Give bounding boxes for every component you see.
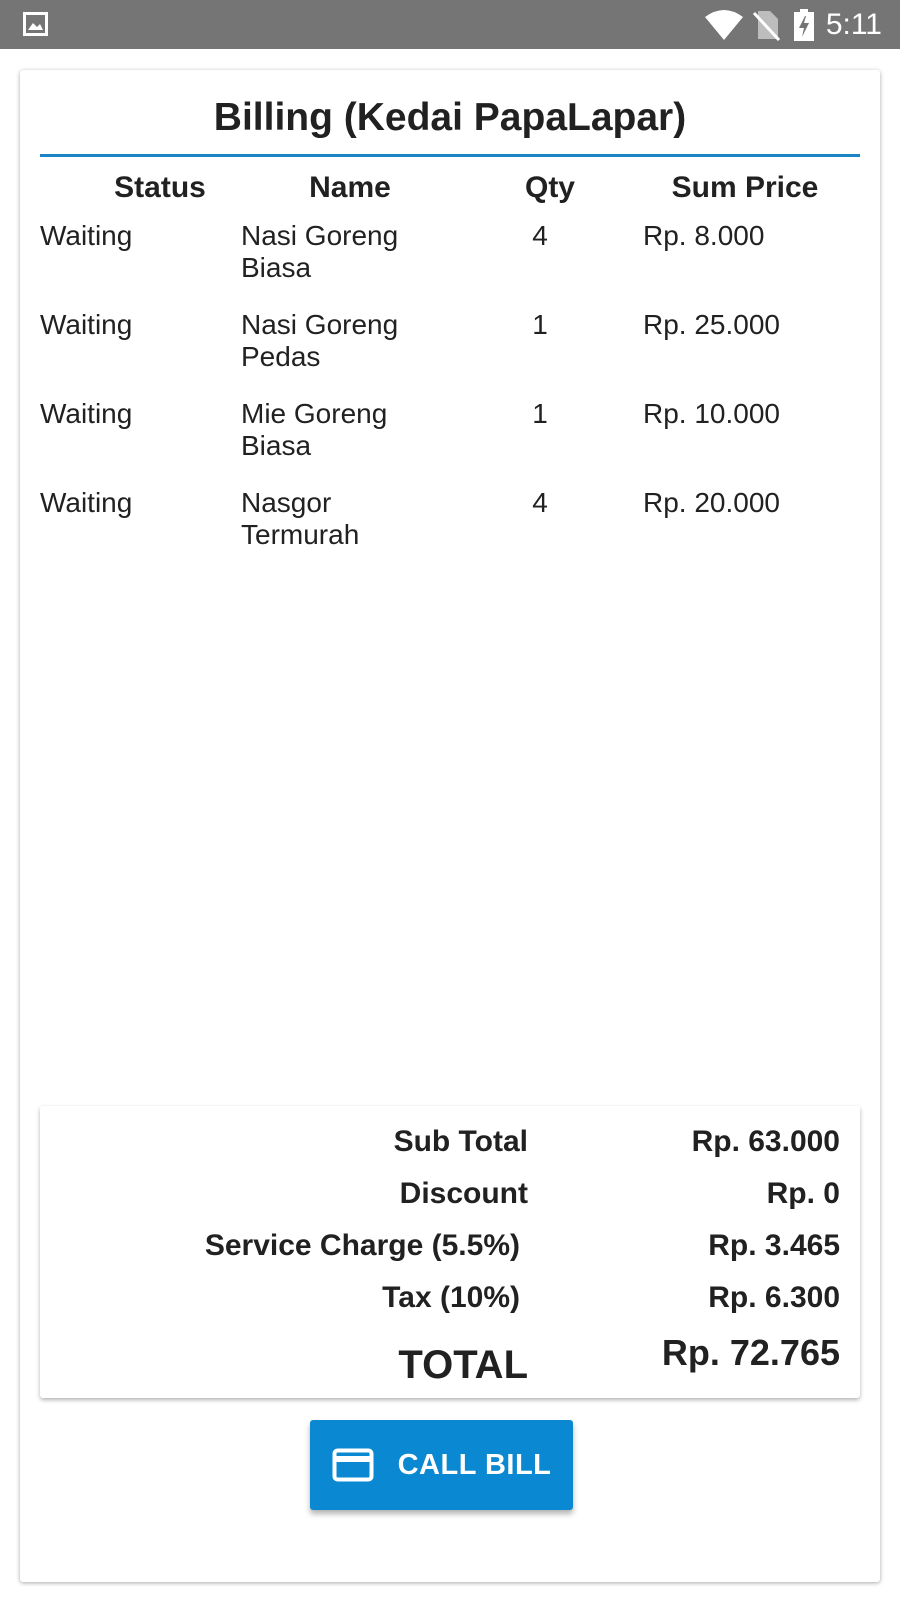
discount-label: Discount (399, 1177, 528, 1210)
wifi-icon (704, 9, 744, 41)
image-icon (23, 12, 48, 41)
row-status: Waiting (40, 398, 133, 429)
clock-time: 5:11 (825, 8, 882, 41)
row-qty: 1 (532, 398, 548, 429)
no-sim-icon (752, 9, 780, 41)
row-status: Waiting (40, 309, 133, 340)
billing-card: Billing (Kedai PapaLapar) Status Name Qt… (20, 70, 880, 1582)
billing-title: Billing (Kedai PapaLapar) (213, 96, 687, 139)
credit-card-icon (332, 1448, 374, 1482)
header-status: Status (114, 171, 206, 204)
row-qty: 4 (532, 487, 548, 518)
row-status: Waiting (40, 487, 133, 518)
tax-label: Tax (10%) (382, 1281, 520, 1314)
row-name: Nasi Goreng Pedas (241, 309, 399, 372)
row-sum-price: Rp. 10.000 (643, 398, 780, 429)
row-sum-price: Rp. 8.000 (643, 220, 765, 251)
row-qty: 1 (532, 309, 548, 340)
title-divider (40, 154, 860, 157)
service-charge-label: Service Charge (5.5%) (204, 1229, 520, 1262)
tax-value: Rp. 6.300 (708, 1281, 840, 1314)
row-name: Mie Goreng Biasa (241, 398, 388, 461)
sub-total-label: Sub Total (393, 1125, 528, 1158)
row-qty: 4 (532, 220, 548, 251)
call-bill-button[interactable]: CALL BILL (310, 1420, 573, 1510)
row-sum-price: Rp. 25.000 (643, 309, 780, 340)
sub-total-value: Rp. 63.000 (691, 1125, 840, 1158)
battery-charging-icon (793, 8, 814, 41)
service-charge-value: Rp. 3.465 (708, 1229, 840, 1262)
summary-panel: Sub Total Rp. 63.000 Discount Rp. 0 Serv… (40, 1106, 860, 1398)
header-qty: Qty (524, 171, 575, 204)
discount-value: Rp. 0 (766, 1177, 840, 1210)
status-icons: 5:11 (704, 6, 882, 43)
total-value: Rp. 72.765 (661, 1332, 840, 1373)
total-label: TOTAL (398, 1343, 528, 1387)
row-name: Nasgor Termurah (241, 487, 360, 550)
row-name: Nasi Goreng Biasa (241, 220, 399, 283)
row-sum-price: Rp. 20.000 (643, 487, 780, 518)
call-bill-label: CALL BILL (397, 1448, 552, 1481)
status-bar: 5:11 (0, 0, 900, 49)
header-name: Name (309, 171, 391, 204)
header-sum-price: Sum Price (671, 171, 819, 204)
row-status: Waiting (40, 220, 133, 251)
